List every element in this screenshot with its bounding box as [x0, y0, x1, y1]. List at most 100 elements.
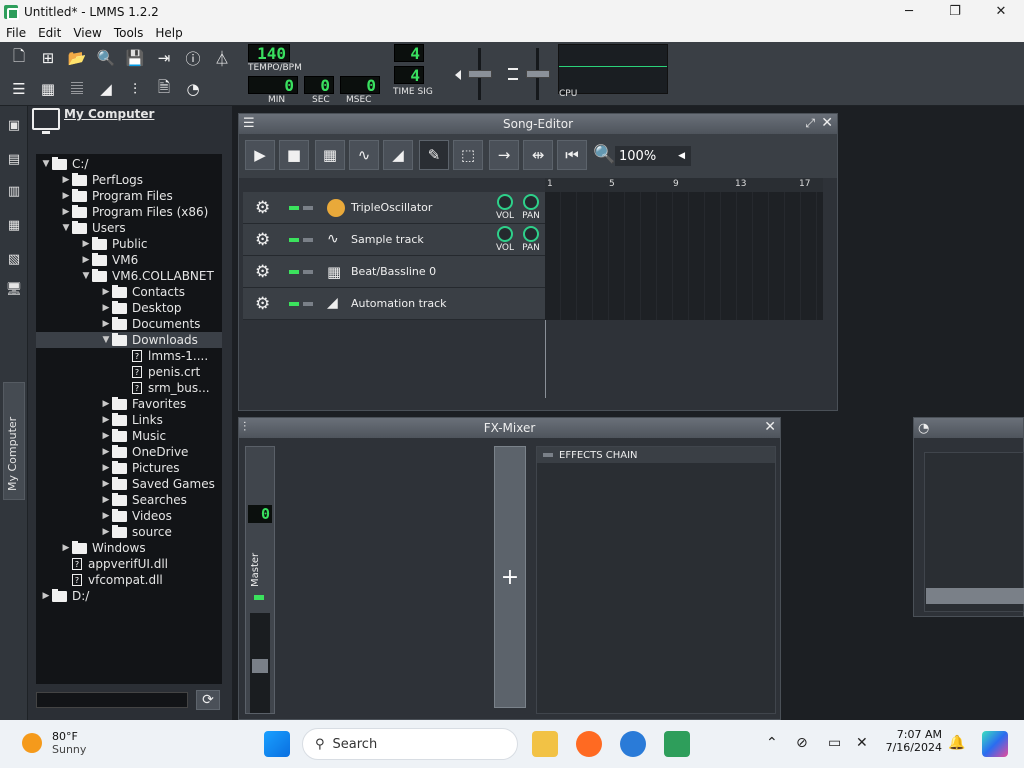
refresh-icon[interactable]: ⟳: [196, 690, 220, 710]
master-fader[interactable]: [250, 613, 270, 713]
volume-knob[interactable]: VOL: [493, 224, 517, 253]
collapse-arrow-icon[interactable]: ▼: [100, 335, 112, 345]
expand-arrow-icon[interactable]: ▶: [60, 175, 72, 185]
track-row[interactable]: ⚙ TripleOscillator VOL PAN: [243, 192, 545, 224]
close-icon[interactable]: ✕: [821, 115, 833, 131]
expand-arrow-icon[interactable]: ▶: [80, 239, 92, 249]
song-grid[interactable]: [545, 192, 823, 320]
track-name[interactable]: TripleOscillator: [351, 201, 432, 214]
tree-folder-item[interactable]: ▶ PerfLogs: [36, 172, 222, 188]
mute-led[interactable]: [289, 237, 299, 242]
track-settings-gear-icon[interactable]: ⚙: [255, 294, 273, 314]
solo-led[interactable]: [303, 205, 313, 210]
time-sig-denominator[interactable]: 4: [394, 66, 424, 85]
track-row[interactable]: ⚙ ∿ Sample track VOL PAN: [243, 224, 545, 256]
track-settings-gear-icon[interactable]: ⚙: [255, 198, 273, 218]
project-notes-icon[interactable]: 🗎: [152, 77, 176, 101]
recent-projects-icon[interactable]: 🔍: [94, 46, 118, 70]
open-project-icon[interactable]: 📂: [65, 46, 89, 70]
tree-folder-item[interactable]: ▶ Videos: [36, 508, 222, 524]
network-icon[interactable]: ⊘: [796, 735, 808, 751]
my-projects-icon[interactable]: ▣: [5, 116, 23, 134]
my-computer-tab[interactable]: My Computer: [3, 382, 25, 500]
tree-folder-item[interactable]: ▼ Downloads: [36, 332, 222, 348]
expand-arrow-icon[interactable]: ▶: [100, 479, 112, 489]
mute-led[interactable]: [289, 301, 299, 306]
display-icon[interactable]: ▭: [828, 735, 841, 751]
minimize-button[interactable]: ─: [886, 0, 932, 23]
tree-file-item[interactable]: ? vfcompat.dll: [36, 572, 222, 588]
tree-folder-item[interactable]: ▼ VM6.COLLABNET: [36, 268, 222, 284]
taskbar-search[interactable]: ⚲ Search: [302, 728, 518, 760]
tree-folder-item[interactable]: ▶ VM6: [36, 252, 222, 268]
menu-file[interactable]: File: [6, 26, 26, 40]
tree-folder-item[interactable]: ▶ Contacts: [36, 284, 222, 300]
filter-input[interactable]: [36, 692, 188, 708]
speaker-icon[interactable]: ✕: [856, 735, 868, 751]
chrome-icon[interactable]: [620, 731, 646, 757]
solo-led[interactable]: [303, 269, 313, 274]
timeline-ruler[interactable]: 1 5 9 13 17: [545, 178, 823, 192]
tree-folder-item[interactable]: ▼ C:/: [36, 156, 222, 172]
clock[interactable]: 7:07 AM 7/16/2024: [880, 728, 942, 754]
expand-arrow-icon[interactable]: ▶: [100, 463, 112, 473]
track-settings-gear-icon[interactable]: ⚙: [255, 230, 273, 250]
track-name[interactable]: Automation track: [351, 297, 447, 310]
expand-arrow-icon[interactable]: ▶: [100, 447, 112, 457]
expand-arrow-icon[interactable]: ▶: [60, 207, 72, 217]
controller-rack-icon[interactable]: ◔: [181, 77, 205, 101]
track-row[interactable]: ⚙ ◢ Automation track: [243, 288, 545, 320]
lmms-taskbar-icon[interactable]: [664, 731, 690, 757]
maximize-icon[interactable]: ⤢: [805, 116, 815, 131]
collapse-arrow-icon[interactable]: ▼: [40, 159, 52, 169]
expand-arrow-icon[interactable]: ▶: [100, 527, 112, 537]
export-icon[interactable]: ⇥: [152, 46, 176, 70]
add-controller-button[interactable]: [926, 588, 1024, 604]
copilot-icon[interactable]: [982, 731, 1008, 757]
song-editor-icon[interactable]: ☰: [7, 77, 31, 101]
new-project-icon[interactable]: 🗋: [7, 46, 31, 70]
solo-led[interactable]: [303, 301, 313, 306]
new-from-template-icon[interactable]: ⊞: [36, 46, 60, 70]
master-channel[interactable]: 0 Master: [245, 446, 275, 714]
tree-folder-item[interactable]: ▶ Searches: [36, 492, 222, 508]
tree-file-item[interactable]: ? appverifUI.dll: [36, 556, 222, 572]
expand-arrow-icon[interactable]: ▶: [100, 431, 112, 441]
my-samples-icon[interactable]: ▤: [5, 150, 23, 168]
pan-knob[interactable]: PAN: [519, 192, 543, 221]
pan-knob[interactable]: PAN: [519, 224, 543, 253]
maximize-button[interactable]: ❐: [932, 0, 978, 23]
expand-arrow-icon[interactable]: ▶: [100, 287, 112, 297]
file-tree[interactable]: ▼ C:/▶ PerfLogs ▶ Program Files ▶ Program File…: [36, 154, 222, 684]
tree-folder-item[interactable]: ▶ Documents: [36, 316, 222, 332]
expand-arrow-icon[interactable]: ▶: [100, 319, 112, 329]
effects-chain-header[interactable]: EFFECTS CHAIN: [537, 447, 775, 463]
tree-folder-item[interactable]: ▶ D:/: [36, 588, 222, 604]
menu-view[interactable]: View: [73, 26, 101, 40]
root-directory-icon[interactable]: ▧: [5, 250, 23, 268]
tree-file-item[interactable]: ? penis.crt: [36, 364, 222, 380]
loop-points-icon[interactable]: ⇹: [523, 140, 553, 170]
add-channel-button[interactable]: +: [494, 446, 526, 708]
firefox-icon[interactable]: [576, 731, 602, 757]
solo-led[interactable]: [303, 237, 313, 242]
expand-arrow-icon[interactable]: ▶: [100, 303, 112, 313]
collapse-arrow-icon[interactable]: ▼: [60, 223, 72, 233]
weather-widget[interactable]: 80°F Sunny: [22, 730, 86, 756]
tree-folder-item[interactable]: ▶ Favorites: [36, 396, 222, 412]
edit-mode-icon[interactable]: ⬚: [453, 140, 483, 170]
metronome-icon[interactable]: ⏃: [210, 46, 234, 70]
master-led[interactable]: [254, 595, 264, 600]
notification-bell-icon[interactable]: 🔔: [948, 735, 965, 751]
my-home-icon[interactable]: ▦: [5, 216, 23, 234]
expand-arrow-icon[interactable]: ▶: [100, 399, 112, 409]
zoom-select[interactable]: 100% ◀: [615, 146, 691, 166]
tree-folder-item[interactable]: ▼ Users: [36, 220, 222, 236]
expand-arrow-icon[interactable]: ▶: [100, 511, 112, 521]
tree-folder-item[interactable]: ▶ OneDrive: [36, 444, 222, 460]
tree-file-item[interactable]: ? srm_bus...: [36, 380, 222, 396]
auto-scroll-icon[interactable]: →: [489, 140, 519, 170]
add-beat-bassline-icon[interactable]: ▦: [315, 140, 345, 170]
expand-arrow-icon[interactable]: ▶: [60, 191, 72, 201]
tree-file-item[interactable]: ? lmms-1....: [36, 348, 222, 364]
